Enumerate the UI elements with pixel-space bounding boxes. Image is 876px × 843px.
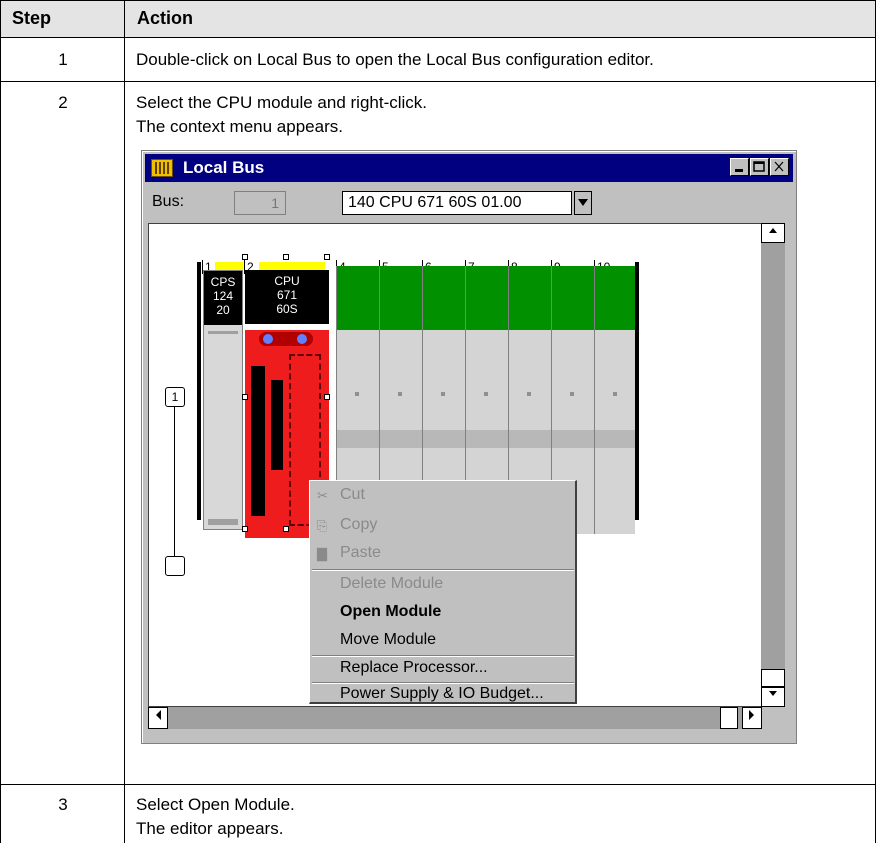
paste-icon: ▇ [317,546,327,561]
power-supply-module[interactable]: CPS 124 20 [203,270,243,530]
bus-number-field[interactable]: 1 [234,191,286,215]
scroll-up-button[interactable] [761,223,785,243]
step-number: 3 [58,795,68,814]
close-icon [771,159,788,175]
arrow-down-icon [767,691,779,703]
scroll-right-button[interactable] [742,707,762,729]
rack-icon [151,159,173,177]
arrow-up-icon [767,227,779,239]
cpu-selector-dropdown-button[interactable] [574,191,592,215]
menu-separator [312,569,574,571]
header-action: Action [125,0,876,37]
minimize-button[interactable] [730,158,749,176]
step-number: 2 [58,93,68,112]
table-divider [0,81,876,82]
window-title: Local Bus [183,158,265,177]
io-slot[interactable] [594,266,635,534]
maximize-button[interactable] [750,158,769,176]
module-label: CPS 124 20 [204,271,242,325]
local-bus-window: Local Bus Bus: 1 140 CPU 671 60S 01.00 1 [141,150,797,744]
context-menu: ✂ Cut ⎘ Copy ▇ Paste Delete Module Open … [309,480,577,704]
menu-item-delete-module[interactable]: Delete Module [340,575,443,593]
arrow-left-icon [152,710,164,725]
module-label: CPU 671 60S [245,270,329,324]
menu-item-paste[interactable]: Paste [340,544,381,562]
bus-label: Bus: [152,193,185,210]
table-divider [0,784,876,785]
menu-item-open-module[interactable]: Open Module [340,603,441,621]
rack-bracket [174,406,175,556]
action-line: Double-click on Local Bus to open the Lo… [136,50,654,69]
arrow-right-icon [746,710,758,725]
table-divider [0,37,876,38]
minimize-icon [731,159,748,175]
menu-separator [312,655,574,657]
rack-rail-right [635,262,639,520]
close-button[interactable] [770,158,789,176]
selection-handle[interactable] [324,254,330,260]
scroll-thumb[interactable] [761,669,785,687]
scroll-left-button[interactable] [148,707,168,729]
table-border-left [0,0,1,843]
menu-item-copy[interactable]: Copy [340,516,377,534]
step-number: 1 [58,50,68,69]
horizontal-scrollbar[interactable] [148,707,762,729]
action-line: Select Open Module. [136,795,295,814]
menu-item-power-supply-budget[interactable]: Power Supply & IO Budget... [340,685,544,703]
selection-handle[interactable] [324,394,330,400]
rack-rail-left [197,262,201,520]
selection-handle[interactable] [283,254,289,260]
table-border-top [0,0,876,1]
vertical-scrollbar[interactable] [761,223,785,707]
cpu-selector[interactable]: 140 CPU 671 60S 01.00 [342,191,572,215]
rack-number-tag[interactable]: 1 [165,387,185,407]
title-bar[interactable]: Local Bus [145,154,793,182]
action-line: The context menu appears. [136,117,343,136]
copy-icon: ⎘ [317,518,328,533]
menu-separator [312,682,574,684]
menu-item-move-module[interactable]: Move Module [340,631,436,649]
selection-handle[interactable] [242,394,248,400]
rack-extension-tag[interactable] [165,556,185,576]
table-column-divider [124,0,125,843]
menu-item-replace-processor[interactable]: Replace Processor... [340,659,488,677]
selection-handle[interactable] [242,526,248,532]
header-step: Step [0,0,124,37]
chevron-down-icon [577,196,589,210]
selection-handle[interactable] [283,526,289,532]
scissors-icon: ✂ [317,488,328,503]
scroll-thumb[interactable] [720,707,738,729]
action-line: The editor appears. [136,819,284,838]
menu-item-cut[interactable]: Cut [340,486,365,504]
selection-handle[interactable] [242,254,248,260]
scroll-down-button[interactable] [761,687,785,707]
maximize-icon [751,159,768,175]
action-line: Select the CPU module and right-click. [136,93,428,112]
